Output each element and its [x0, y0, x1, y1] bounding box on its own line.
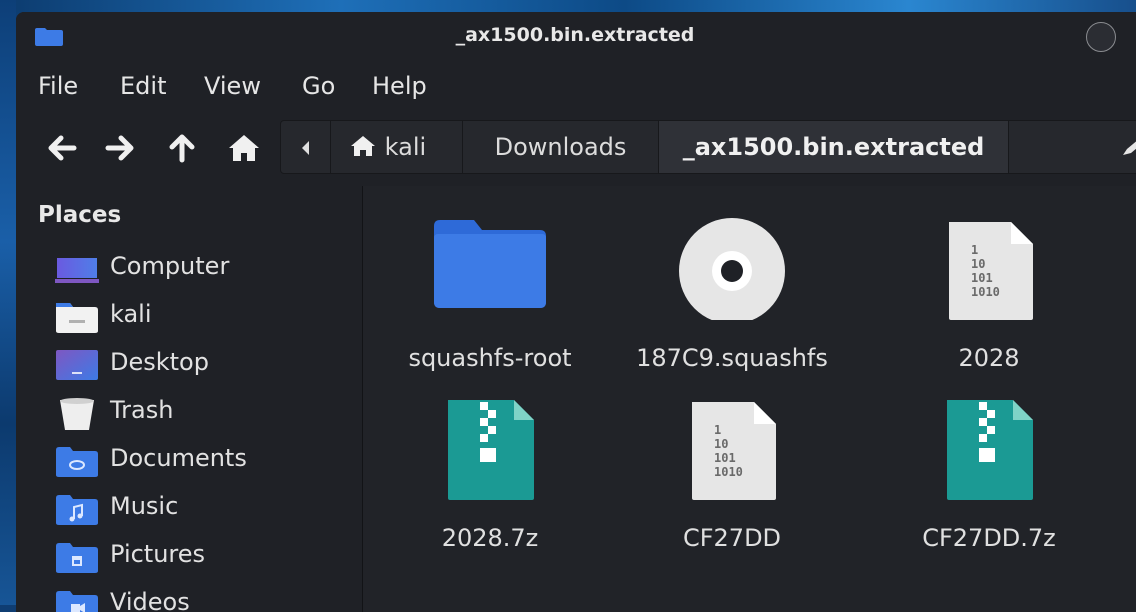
up-icon[interactable]: [164, 130, 200, 166]
sidebar-item-label: Computer: [110, 252, 230, 280]
edit-location-icon[interactable]: [1119, 137, 1136, 157]
sidebar-item-label: kali: [110, 300, 152, 328]
chevron-left-icon: [301, 141, 309, 155]
sidebar-item-label: Trash: [110, 396, 174, 424]
sidebar-item-trash[interactable]: Trash: [54, 388, 354, 432]
folder-icon: [434, 220, 546, 308]
svg-text:101: 101: [714, 451, 736, 465]
file-view: squashfs-root 187C9.squashfs 1 10 101 10…: [363, 186, 1136, 612]
back-icon[interactable]: [44, 130, 80, 166]
sidebar-item-pictures[interactable]: Pictures: [54, 532, 354, 576]
documents-folder-icon: [56, 447, 98, 477]
svg-text:1: 1: [971, 243, 978, 257]
window-control-button[interactable]: [1086, 22, 1116, 52]
file-name: squashfs-root: [408, 344, 572, 372]
path-bar: kali Downloads _ax1500.bin.extracted: [280, 120, 1136, 174]
sidebar-item-videos[interactable]: Videos: [54, 580, 354, 612]
archive-icon: [448, 400, 534, 500]
window-title: _ax1500.bin.extracted: [455, 24, 695, 46]
menu-go[interactable]: Go: [302, 72, 335, 100]
path-segment-current[interactable]: _ax1500.bin.extracted: [659, 121, 1009, 173]
menu-file[interactable]: File: [38, 72, 78, 100]
menu-edit[interactable]: Edit: [120, 72, 166, 100]
path-segment-label: kali: [384, 133, 427, 161]
computer-icon: [55, 258, 99, 283]
titlebar[interactable]: _ax1500.bin.extracted: [16, 12, 1136, 58]
menu-help[interactable]: Help: [372, 72, 427, 100]
file-name: 187C9.squashfs: [636, 344, 828, 372]
svg-text:1010: 1010: [971, 285, 1000, 299]
file-item[interactable]: CF27DD.7z: [879, 390, 1099, 560]
svg-text:101: 101: [971, 271, 993, 285]
file-item[interactable]: 1 10 101 1010 CF27DD: [622, 390, 842, 560]
sidebar: Places Computer kali Desktop Trash Docum…: [16, 186, 363, 612]
file-item[interactable]: 1 10 101 1010 2028: [879, 210, 1099, 380]
svg-text:10: 10: [971, 257, 985, 271]
sidebar-item-label: Pictures: [110, 540, 206, 568]
music-folder-icon: [56, 495, 98, 525]
forward-icon[interactable]: [102, 130, 138, 166]
desktop-background-edge: [0, 0, 16, 605]
home-icon: [351, 136, 375, 156]
sidebar-item-label: Music: [110, 492, 179, 520]
sidebar-item-label: Videos: [110, 588, 190, 612]
file-item[interactable]: 2028.7z: [380, 390, 600, 560]
sidebar-item-computer[interactable]: Computer: [54, 244, 354, 288]
sidebar-item-music[interactable]: Music: [54, 484, 354, 528]
sidebar-header: Places: [38, 202, 122, 228]
disc-image-icon: [679, 218, 785, 320]
binary-file-icon: 1 10 101 1010: [949, 222, 1033, 320]
sidebar-item-label: Documents: [110, 444, 247, 472]
trash-icon: [60, 398, 94, 430]
path-segment-kali[interactable]: kali: [331, 121, 463, 173]
file-name: 2028: [958, 344, 1020, 372]
file-name: CF27DD.7z: [922, 524, 1056, 552]
path-scroll-left-button[interactable]: [281, 121, 331, 173]
archive-icon: [947, 400, 1033, 500]
binary-file-icon: 1 10 101 1010: [692, 402, 776, 500]
home-icon[interactable]: [226, 130, 262, 166]
videos-folder-icon: [56, 591, 98, 612]
svg-text:10: 10: [714, 437, 728, 451]
sidebar-item-label: Desktop: [110, 348, 209, 376]
file-name: CF27DD: [682, 524, 782, 552]
file-manager-window: _ax1500.bin.extracted File Edit View Go …: [16, 12, 1136, 612]
path-segment-downloads[interactable]: Downloads: [463, 121, 659, 173]
pictures-folder-icon: [56, 543, 98, 573]
file-name: 2028.7z: [441, 524, 539, 552]
desktop-icon: [56, 350, 98, 380]
svg-text:1010: 1010: [714, 465, 743, 479]
sidebar-item-kali[interactable]: kali: [54, 292, 354, 336]
sidebar-item-documents[interactable]: Documents: [54, 436, 354, 480]
menu-view[interactable]: View: [204, 72, 261, 100]
home-folder-icon: [56, 303, 98, 333]
sidebar-item-desktop[interactable]: Desktop: [54, 340, 354, 384]
file-item[interactable]: squashfs-root: [380, 210, 600, 380]
svg-text:1: 1: [714, 423, 721, 437]
file-item[interactable]: 187C9.squashfs: [622, 210, 842, 380]
menubar: File Edit View Go Help: [16, 68, 1136, 108]
